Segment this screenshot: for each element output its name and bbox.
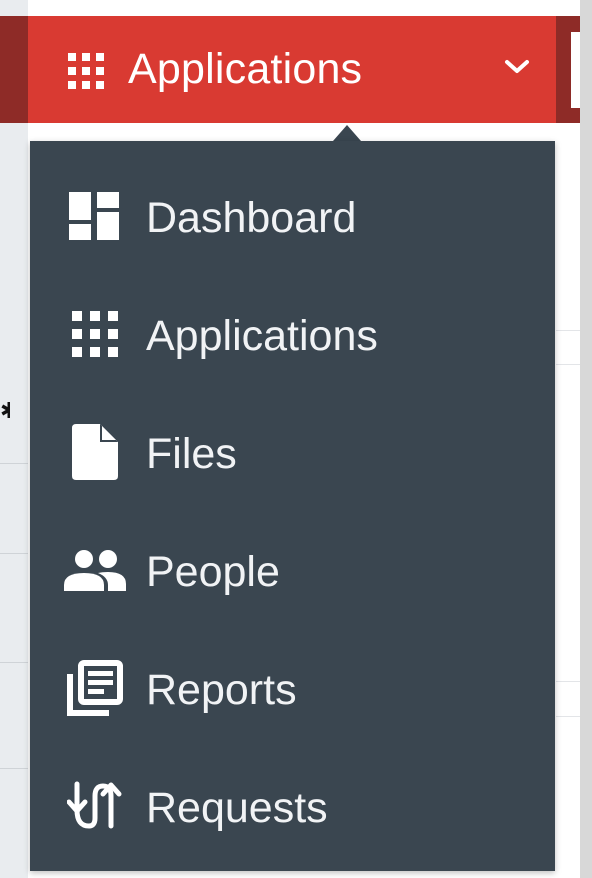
menu-item-label: Applications [146, 312, 378, 360]
divider [556, 716, 580, 717]
menu-item-label: Requests [146, 784, 328, 832]
file-icon [64, 424, 126, 480]
dropdown-caret [333, 125, 361, 141]
navbar-search-edge[interactable] [571, 32, 580, 108]
chevron-down-icon [504, 58, 530, 81]
menu-item-requests[interactable]: Requests [30, 743, 555, 861]
applications-menu: Dashboard Applications Files People Repo… [30, 141, 555, 871]
applications-title: Applications [128, 45, 363, 93]
applications-dropdown-toggle[interactable]: Applications [28, 16, 556, 123]
grid-icon [68, 53, 104, 94]
divider [556, 681, 580, 682]
gear-icon[interactable]: ✱ [0, 398, 10, 424]
page-right-column [556, 0, 580, 878]
menu-item-applications[interactable]: Applications [30, 271, 555, 389]
menu-item-label: Dashboard [146, 194, 357, 242]
menu-item-people[interactable]: People [30, 507, 555, 625]
menu-item-dashboard[interactable]: Dashboard [30, 153, 555, 271]
page-navbar-left [0, 16, 28, 123]
grid-icon [64, 307, 126, 361]
dashboard-icon [64, 189, 126, 243]
menu-item-label: Files [146, 430, 237, 478]
divider [0, 662, 28, 663]
reports-icon [64, 660, 126, 716]
page-left-column [0, 0, 28, 878]
divider [0, 768, 28, 769]
menu-item-files[interactable]: Files [30, 389, 555, 507]
divider [556, 330, 580, 331]
divider [0, 553, 28, 554]
menu-item-label: People [146, 548, 280, 596]
scrollbar[interactable] [580, 0, 592, 878]
people-icon [64, 543, 126, 597]
menu-item-label: Reports [146, 666, 297, 714]
requests-icon [64, 779, 126, 833]
screen: ✱ Applications Dashboard Applications Fi… [0, 0, 592, 878]
divider [0, 463, 28, 464]
menu-item-reports[interactable]: Reports [30, 625, 555, 743]
divider [556, 364, 580, 365]
